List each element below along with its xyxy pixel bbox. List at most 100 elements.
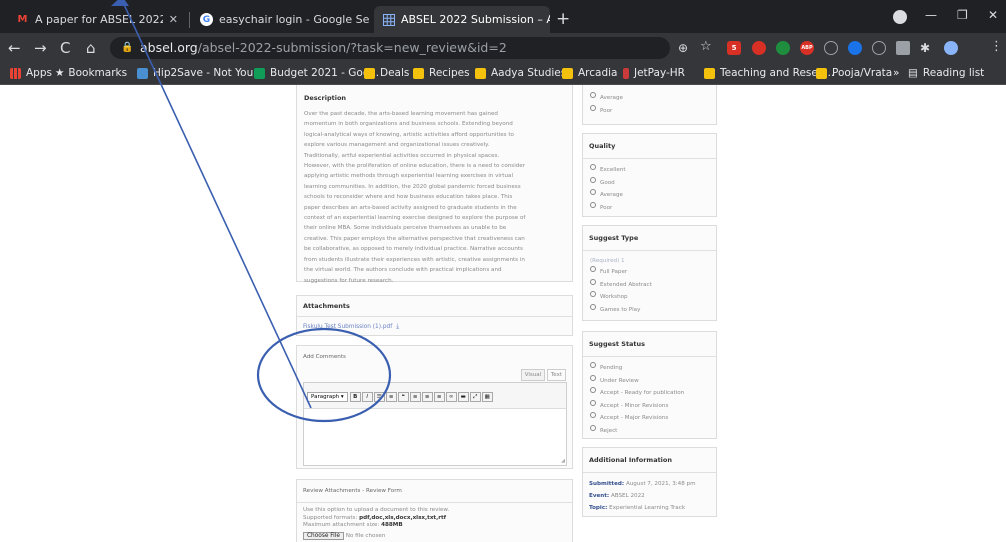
bookmark-label: Aadya Studies bbox=[491, 67, 567, 79]
minimize-icon[interactable]: — bbox=[925, 8, 937, 22]
suggest-type-card: Suggest Type (Required) 1 Full Paper Ext… bbox=[582, 225, 717, 321]
resize-handle[interactable]: ◢ bbox=[561, 458, 565, 464]
align-left-icon[interactable]: ≡ bbox=[409, 391, 421, 402]
profile-avatar-icon[interactable] bbox=[944, 41, 958, 55]
tab-google-search[interactable]: G easychair login - Google Search ✕ bbox=[192, 6, 370, 33]
bold-icon[interactable]: B bbox=[349, 391, 361, 402]
tab-separator bbox=[189, 12, 190, 28]
bookmark-budget-2021[interactable]: Budget 2021 - Goo... bbox=[254, 67, 379, 79]
radio-workshop[interactable]: Workshop bbox=[583, 291, 716, 304]
pocket-extension-icon[interactable] bbox=[824, 41, 838, 55]
new-tab-button[interactable]: + bbox=[556, 9, 570, 29]
radio-average[interactable]: Average bbox=[583, 189, 716, 202]
google-icon: G bbox=[200, 13, 213, 26]
radio-accept-ready[interactable]: Accept - Ready for publication bbox=[583, 387, 716, 400]
attachment-link[interactable]: Fiskulu Test Submission (1).pdf bbox=[303, 324, 392, 330]
read-more-icon[interactable]: ▬ bbox=[457, 391, 469, 402]
download-icon[interactable]: ⤓ bbox=[396, 322, 399, 330]
radio-poor[interactable]: Poor bbox=[583, 202, 716, 215]
radio-full-paper[interactable]: Full Paper bbox=[583, 266, 716, 279]
bookmarks-overflow-button[interactable]: » bbox=[893, 67, 899, 79]
sheets-icon bbox=[254, 67, 265, 79]
bookmark-teaching-research[interactable]: Teaching and Resea... bbox=[704, 67, 834, 79]
supported-formats-row: Supported formats: pdf,doc,xls,docx,xlsx… bbox=[303, 515, 566, 523]
url-path: /absel-2022-submission/?task=new_review&… bbox=[197, 40, 507, 55]
link-icon[interactable]: ∞ bbox=[445, 391, 457, 402]
additional-info-body: Submitted: August 7, 2021, 3:48 pm Event… bbox=[583, 473, 716, 519]
radio-accept-major[interactable]: Accept - Major Revisions bbox=[583, 412, 716, 425]
text-tab[interactable]: Text bbox=[546, 369, 566, 381]
tab-gmail[interactable]: M A paper for ABSEL 2022 was assi ✕ bbox=[8, 6, 186, 33]
radio-games-to-play[interactable]: Games to Play bbox=[583, 304, 716, 317]
bookmark-arcadia[interactable]: Arcadia bbox=[562, 67, 618, 79]
close-icon[interactable]: ✕ bbox=[163, 13, 178, 26]
radio-pending[interactable]: Pending bbox=[583, 362, 716, 375]
check-extension-icon[interactable] bbox=[872, 41, 886, 55]
radio-reject[interactable]: Reject bbox=[583, 425, 716, 438]
extension-badge: 5 bbox=[731, 44, 737, 52]
profile-dropdown-icon[interactable] bbox=[893, 10, 907, 24]
topic-label: Topic: bbox=[589, 505, 608, 511]
file-chooser: Choose File No file chosen bbox=[303, 531, 566, 541]
window-close-icon[interactable]: ✕ bbox=[988, 8, 998, 22]
description-line: their online MBA. Some individuals perce… bbox=[304, 225, 507, 232]
description-line: the virtual world. The authors conclude … bbox=[304, 267, 502, 274]
comment-textarea[interactable] bbox=[304, 401, 566, 465]
radio-extended-abstract[interactable]: Extended Abstract bbox=[583, 279, 716, 292]
shield-extension-icon[interactable] bbox=[776, 41, 790, 55]
radio-poor[interactable]: Poor bbox=[583, 105, 716, 118]
radio-good[interactable]: Good bbox=[583, 177, 716, 190]
bookmark-label: Pooja/Vrata bbox=[832, 67, 893, 79]
bookmark-deals[interactable]: Deals bbox=[364, 67, 409, 79]
adblock-extension-icon[interactable]: ABP bbox=[800, 41, 814, 55]
address-bar[interactable]: 🔒 absel.org/absel-2022-submission/?task=… bbox=[110, 37, 670, 59]
home-icon[interactable]: ⌂ bbox=[86, 39, 96, 57]
supported-formats: pdf,doc,xls,docx,xlsx,txt,rtf bbox=[359, 514, 447, 521]
radio-under-review[interactable]: Under Review bbox=[583, 375, 716, 388]
blue-extension-icon[interactable] bbox=[848, 41, 862, 55]
paragraph-select[interactable]: Paragraph ▾ bbox=[307, 391, 348, 402]
reading-list-button[interactable]: ▤ Reading list bbox=[908, 67, 984, 79]
blockquote-icon[interactable]: ❝ bbox=[397, 391, 409, 402]
bullet-list-icon[interactable]: ☰ bbox=[373, 391, 385, 402]
folder-icon bbox=[704, 67, 715, 79]
bookmark-jetpay-hr[interactable]: JetPay-HR bbox=[623, 67, 685, 79]
puzzle-extensions-icon[interactable]: ✱ bbox=[920, 41, 930, 55]
bookmark-hip2save[interactable]: Hip2Save - Not You... bbox=[137, 67, 263, 79]
align-right-icon[interactable]: ≡ bbox=[433, 391, 445, 402]
reading-list-label: Reading list bbox=[922, 67, 985, 79]
bookmark-pooja-vrata[interactable]: Pooja/Vrata bbox=[816, 67, 892, 79]
list-extension-icon[interactable] bbox=[896, 41, 910, 55]
max-size-row: Maximum attachment size: 488MB bbox=[303, 522, 566, 530]
bookmark-aadya-studies[interactable]: Aadya Studies bbox=[475, 67, 566, 79]
back-icon[interactable]: ← bbox=[8, 39, 21, 57]
choose-file-button[interactable]: Choose File bbox=[303, 531, 344, 540]
menu-kebab-icon[interactable]: ⋮ bbox=[990, 39, 1003, 54]
restore-icon[interactable]: ❐ bbox=[957, 8, 968, 22]
gmail-extension-icon[interactable]: 5 bbox=[727, 41, 741, 55]
bookmark-bookmarks[interactable]: ★ Bookmarks bbox=[55, 67, 127, 79]
attachment-row: Fiskulu Test Submission (1).pdf ⤓ bbox=[297, 317, 572, 336]
visual-tab[interactable]: Visual bbox=[520, 369, 546, 381]
radio-excellent[interactable]: Excellent bbox=[583, 164, 716, 177]
fullscreen-icon[interactable]: ⤢ bbox=[469, 391, 481, 402]
forward-icon[interactable]: → bbox=[34, 39, 47, 57]
numbered-list-icon[interactable]: ≡ bbox=[385, 391, 397, 402]
gmail-icon: M bbox=[17, 14, 28, 25]
toolbar-toggle-icon[interactable]: ▦ bbox=[481, 391, 493, 402]
tab-title: ABSEL 2022 Submission – ABSEL bbox=[401, 13, 550, 26]
bookmark-star-icon[interactable]: ☆ bbox=[700, 39, 712, 54]
align-center-icon[interactable]: ≡ bbox=[421, 391, 433, 402]
upload-help: Use this option to upload a document to … bbox=[303, 507, 450, 514]
radio-accept-minor[interactable]: Accept - Minor Revisions bbox=[583, 400, 716, 413]
italic-icon[interactable]: I bbox=[361, 391, 373, 402]
bookmark-recipes[interactable]: Recipes bbox=[413, 67, 470, 79]
description-title: Description bbox=[304, 94, 347, 102]
red-hand-extension-icon[interactable] bbox=[752, 41, 766, 55]
bookmark-apps[interactable]: Apps bbox=[10, 67, 52, 79]
radio-average[interactable]: Average bbox=[583, 92, 716, 105]
zoom-icon[interactable]: ⊕ bbox=[678, 41, 688, 55]
reload-icon[interactable]: C bbox=[60, 39, 70, 57]
event-row: Event: ABSEL 2022 bbox=[589, 490, 710, 502]
tab-absel-submission[interactable]: ABSEL 2022 Submission – ABSEL ✕ bbox=[374, 6, 550, 33]
